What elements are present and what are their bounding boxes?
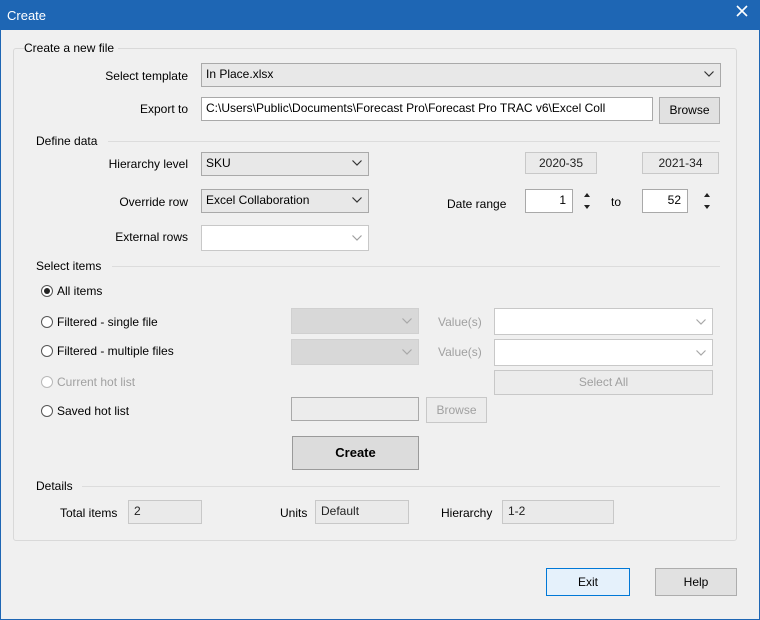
template-value: In Place.xlsx: [206, 67, 274, 81]
override-row-dropdown[interactable]: Excel Collaboration: [201, 189, 369, 213]
filter-field-multiple-dropdown[interactable]: [291, 339, 419, 365]
template-dropdown[interactable]: In Place.xlsx: [201, 63, 721, 87]
values-multiple-dropdown[interactable]: [494, 339, 713, 366]
chevron-down-icon: [696, 350, 706, 356]
date-range-to-input[interactable]: 52: [642, 189, 688, 213]
values-label-single: Value(s): [438, 315, 482, 329]
hierarchy-level-dropdown[interactable]: SKU: [201, 152, 369, 176]
section-define-data: Define data: [36, 134, 102, 148]
title-bar: Create: [0, 0, 760, 30]
units-value: Default: [315, 500, 409, 524]
chevron-down-icon: [402, 349, 412, 355]
section-create-file: Create a new file: [24, 41, 119, 55]
saved-hot-list-path: [291, 397, 419, 421]
override-row-value: Excel Collaboration: [206, 193, 310, 207]
help-button[interactable]: Help: [655, 568, 737, 596]
hierarchy-detail-value: 1-2: [502, 500, 614, 524]
close-icon[interactable]: [734, 3, 750, 19]
period-start-display: 2020-35: [525, 152, 597, 174]
hierarchy-detail-label: Hierarchy: [441, 506, 493, 520]
override-row-label: Override row: [119, 195, 188, 209]
hierarchy-level-value: SKU: [206, 156, 231, 170]
radio-indicator: [41, 285, 53, 297]
filter-field-single-dropdown[interactable]: [291, 308, 419, 334]
to-label: to: [611, 195, 622, 209]
units-label: Units: [280, 506, 308, 520]
radio-filtered-single[interactable]: Filtered - single file: [41, 315, 158, 329]
radio-filtered-multiple[interactable]: Filtered - multiple files: [41, 344, 174, 358]
select-template-label: Select template: [105, 69, 188, 83]
radio-all-items-label: All items: [57, 284, 103, 298]
spin-arrows-icon[interactable]: [580, 188, 594, 214]
chevron-down-icon: [352, 235, 362, 241]
select-all-button[interactable]: Select All: [494, 370, 713, 395]
radio-saved-hot-list[interactable]: Saved hot list: [41, 404, 129, 418]
select-items-divider: [112, 266, 720, 267]
window-frame-left: [0, 0, 1, 620]
spin-arrows-icon[interactable]: [700, 188, 714, 214]
radio-all-items[interactable]: All items: [41, 284, 102, 298]
section-select-items: Select items: [36, 259, 106, 273]
radio-indicator: [41, 405, 53, 417]
chevron-down-icon: [352, 160, 362, 166]
radio-saved-hot-list-label: Saved hot list: [57, 404, 130, 418]
radio-current-hot-list-label: Current hot list: [57, 375, 136, 389]
browse-hot-list-button[interactable]: Browse: [426, 397, 487, 423]
exit-button[interactable]: Exit: [546, 568, 630, 596]
total-items-value: 2: [128, 500, 202, 524]
radio-indicator: [41, 376, 53, 388]
chevron-down-icon: [704, 71, 714, 77]
section-details: Details: [36, 479, 77, 493]
hierarchy-level-label: Hierarchy level: [108, 157, 188, 171]
radio-filtered-multiple-label: Filtered - multiple files: [57, 344, 174, 358]
external-rows-dropdown[interactable]: [201, 225, 369, 251]
window-title: Create: [7, 8, 47, 23]
radio-indicator: [41, 316, 53, 328]
values-single-dropdown[interactable]: [494, 308, 713, 335]
total-items-label: Total items: [60, 506, 118, 520]
details-divider: [82, 486, 720, 487]
chevron-down-icon: [352, 197, 362, 203]
date-range-from-input[interactable]: 1: [525, 189, 573, 213]
date-range-label: Date range: [447, 197, 507, 211]
create-button[interactable]: Create: [292, 436, 419, 470]
browse-export-button[interactable]: Browse: [659, 97, 720, 124]
chevron-down-icon: [402, 318, 412, 324]
export-to-label: Export to: [139, 102, 188, 116]
define-data-divider: [108, 141, 720, 142]
values-label-multiple: Value(s): [438, 345, 482, 359]
radio-current-hot-list[interactable]: Current hot list: [41, 375, 135, 389]
radio-filtered-single-label: Filtered - single file: [57, 315, 158, 329]
radio-indicator: [41, 345, 53, 357]
external-rows-label: External rows: [115, 230, 188, 244]
chevron-down-icon: [696, 319, 706, 325]
export-path-input[interactable]: C:\Users\Public\Documents\Forecast Pro\F…: [201, 97, 653, 121]
period-end-display: 2021-34: [642, 152, 719, 174]
